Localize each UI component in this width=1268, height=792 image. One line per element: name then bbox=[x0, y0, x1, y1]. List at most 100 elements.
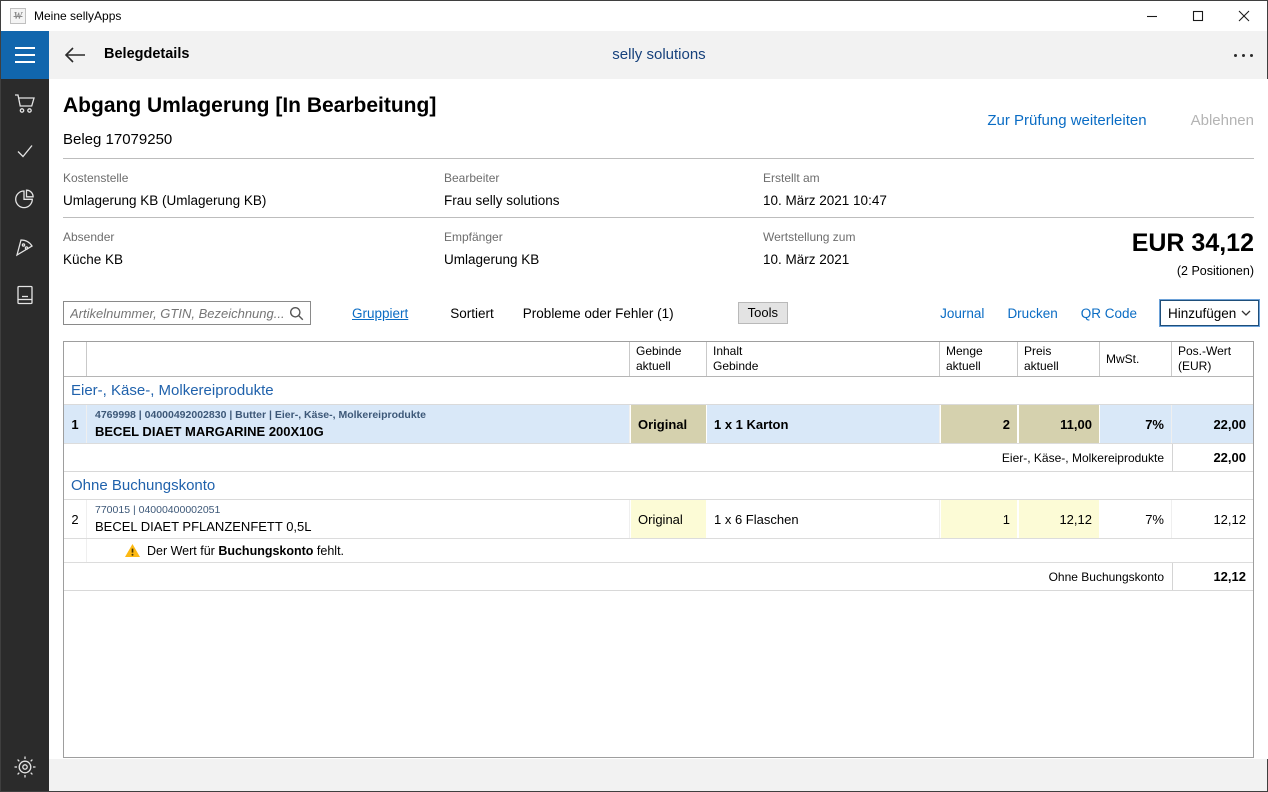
table-row[interactable]: 2 770015 | 04000400002051 BECEL DIAET PF… bbox=[64, 500, 1253, 539]
sorted-toggle[interactable]: Sortiert bbox=[450, 306, 494, 321]
field-label: Wertstellung zum bbox=[763, 230, 856, 244]
forward-for-review-button[interactable]: Zur Prüfung weiterleiten bbox=[987, 112, 1146, 129]
chevron-down-icon bbox=[1241, 310, 1251, 316]
cell-preis: 12,12 bbox=[1018, 500, 1100, 538]
table-empty-area bbox=[64, 591, 1253, 757]
app-center-title: selly solutions bbox=[612, 46, 706, 63]
hamburger-menu-button[interactable] bbox=[1, 31, 49, 79]
field-value: Umlagerung KB bbox=[444, 252, 540, 267]
total-block: EUR 34,12 (2 Positionen) bbox=[1132, 229, 1254, 278]
cart-icon bbox=[15, 94, 35, 113]
qr-code-link[interactable]: QR Code bbox=[1081, 306, 1137, 321]
col-poswert: Pos.-Wert (EUR) bbox=[1178, 344, 1232, 373]
document-title: Abgang Umlagerung [In Bearbeitung] bbox=[63, 94, 437, 117]
back-arrow-icon bbox=[64, 47, 85, 63]
close-button[interactable] bbox=[1221, 1, 1267, 31]
minimize-button[interactable] bbox=[1129, 1, 1175, 31]
app-logo-icon: W bbox=[10, 8, 26, 24]
journal-link[interactable]: Journal bbox=[940, 306, 984, 321]
grouped-toggle[interactable]: Gruppiert bbox=[352, 306, 408, 321]
sidebar-item-reports[interactable] bbox=[1, 175, 49, 223]
field-value: Frau selly solutions bbox=[444, 193, 560, 208]
col-inhalt: Inhalt Gebinde bbox=[707, 342, 940, 376]
field-label: Empfänger bbox=[444, 230, 503, 244]
window-title: Meine sellyApps bbox=[34, 9, 122, 23]
divider bbox=[63, 158, 1254, 159]
field-label: Bearbeiter bbox=[444, 171, 500, 185]
field-value: 10. März 2021 bbox=[763, 252, 850, 267]
table-header-row: Gebinde aktuell Inhalt Gebinde Menge akt… bbox=[64, 342, 1253, 377]
pie-chart-icon bbox=[15, 189, 34, 209]
field-label: Erstellt am bbox=[763, 171, 820, 185]
toolbar-right: Journal Drucken QR Code Hinzufügen bbox=[940, 299, 1260, 327]
print-link[interactable]: Drucken bbox=[1007, 306, 1057, 321]
group-header[interactable]: Ohne Buchungskonto bbox=[64, 472, 1253, 500]
sidebar-item-menuplan[interactable] bbox=[1, 223, 49, 271]
sidebar-item-orders[interactable] bbox=[1, 79, 49, 127]
group-subtotal-row: Eier-, Käse-, Molkereiprodukte 22,00 bbox=[64, 444, 1253, 472]
cell-mwst: 7% bbox=[1100, 500, 1172, 538]
subtotal-value: 22,00 bbox=[1172, 444, 1253, 471]
row-number: 1 bbox=[64, 405, 87, 443]
group-subtotal-row: Ohne Buchungskonto 12,12 bbox=[64, 563, 1253, 591]
field-kostenstelle: Kostenstelle Umlagerung KB (Umlagerung K… bbox=[63, 171, 266, 208]
cell-poswert: 12,12 bbox=[1213, 511, 1246, 527]
main-content: Abgang Umlagerung [In Bearbeitung] Beleg… bbox=[49, 79, 1268, 759]
list-toolbar: Gruppiert Sortiert Probleme oder Fehler … bbox=[63, 299, 1260, 327]
cell-gebinde: Original bbox=[630, 500, 707, 538]
document-actions: Zur Prüfung weiterleiten Ablehnen bbox=[987, 112, 1254, 129]
gear-icon bbox=[14, 756, 36, 778]
field-absender: Absender Küche KB bbox=[63, 230, 123, 267]
back-button[interactable] bbox=[61, 41, 89, 69]
row-warning: Der Wert für Buchungskonto fehlt. bbox=[64, 539, 1253, 563]
tools-button[interactable]: Tools bbox=[737, 302, 788, 324]
row-number: 2 bbox=[64, 500, 87, 538]
cell-menge: 2 bbox=[940, 405, 1018, 443]
maximize-icon bbox=[1192, 10, 1204, 22]
total-positions: (2 Positionen) bbox=[1176, 264, 1254, 278]
subtotal-label: Ohne Buchungskonto bbox=[1048, 569, 1164, 584]
field-value: Umlagerung KB (Umlagerung KB) bbox=[63, 193, 267, 208]
sidebar-item-recipes[interactable] bbox=[1, 271, 49, 319]
col-preis: Preis aktuell bbox=[1018, 342, 1100, 376]
sidebar-item-tasks[interactable] bbox=[1, 127, 49, 175]
cell-inhalt: 1 x 1 Karton bbox=[707, 405, 940, 443]
problems-filter[interactable]: Probleme oder Fehler (1) bbox=[523, 306, 674, 321]
total-amount: EUR 34,12 bbox=[1131, 229, 1254, 257]
search-input[interactable] bbox=[70, 305, 289, 321]
field-bearbeiter: Bearbeiter Frau selly solutions bbox=[444, 171, 560, 208]
subtotal-label: Eier-, Käse-, Molkereiprodukte bbox=[1001, 450, 1164, 465]
maximize-button[interactable] bbox=[1175, 1, 1221, 31]
col-rownum bbox=[64, 342, 87, 376]
add-dropdown-label: Hinzufügen bbox=[1168, 305, 1237, 321]
search-icon bbox=[290, 306, 304, 320]
app-window: W Meine sellyApps Belegdetails selly sol… bbox=[0, 0, 1268, 792]
warning-icon bbox=[125, 544, 140, 557]
window-controls bbox=[1129, 1, 1267, 31]
app-bar: Belegdetails selly solutions bbox=[1, 31, 1267, 79]
table-row[interactable]: 1 4769998 | 04000492002830 | Butter | Ei… bbox=[64, 405, 1253, 444]
article-name: BECEL DIAET PFLANZENFETT 0,5L bbox=[95, 519, 312, 534]
warning-text: Der Wert für Buchungskonto fehlt. bbox=[147, 543, 345, 558]
article-name: BECEL DIAET MARGARINE 200X10G bbox=[95, 424, 324, 439]
cell-gebinde: Original bbox=[630, 405, 707, 443]
ellipsis-icon bbox=[1234, 53, 1237, 57]
col-mwst: MwSt. bbox=[1100, 342, 1172, 376]
more-button[interactable] bbox=[1234, 47, 1253, 63]
field-value: Küche KB bbox=[63, 252, 124, 267]
cell-inhalt: 1 x 6 Flaschen bbox=[707, 500, 940, 538]
col-menge: Menge aktuell bbox=[940, 342, 1018, 376]
cell-poswert: 22,00 bbox=[1213, 416, 1246, 432]
document-number: Beleg 17079250 bbox=[63, 131, 173, 148]
sidebar-nav bbox=[1, 79, 49, 791]
reject-button[interactable]: Ablehnen bbox=[1191, 112, 1254, 129]
check-icon bbox=[17, 145, 33, 158]
article-meta: 770015 | 04000400002051 bbox=[95, 504, 221, 516]
cell-mwst: 7% bbox=[1100, 405, 1172, 443]
bottom-bar bbox=[49, 759, 1267, 791]
group-header[interactable]: Eier-, Käse-, Molkereiprodukte bbox=[64, 377, 1253, 405]
add-dropdown[interactable]: Hinzufügen bbox=[1159, 299, 1260, 327]
page-title: Belegdetails bbox=[104, 46, 190, 62]
sidebar-item-settings[interactable] bbox=[1, 743, 49, 791]
field-empfaenger: Empfänger Umlagerung KB bbox=[444, 230, 539, 267]
